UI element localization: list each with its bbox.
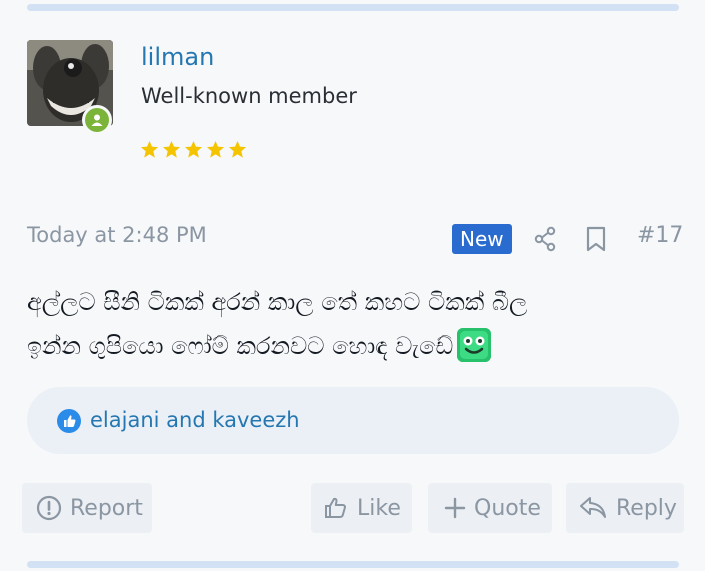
reactions-users-link[interactable]: elajani and kaveezh	[90, 408, 300, 432]
username-link[interactable]: lilman	[141, 43, 214, 71]
post-divider-bottom	[27, 561, 679, 568]
post-message-text: ඉන්න ගුපියො ෆෝම් කරනවට හොඳ වැඩේ	[27, 332, 454, 360]
reply-label: Reply	[616, 495, 677, 521]
post-message-line: අල්ලට සීනි ටිකක් අරන් කාල තේ කහට ටිකක් බ…	[27, 288, 528, 316]
star-icon	[184, 140, 203, 158]
star-icon	[162, 140, 181, 158]
reply-button[interactable]: Reply	[566, 483, 684, 533]
star-icon	[140, 140, 159, 158]
like-label: Like	[357, 495, 401, 521]
post-divider-top	[27, 4, 679, 11]
reactions-bar[interactable]: elajani and kaveezh	[27, 387, 679, 454]
new-badge: New	[452, 224, 512, 254]
post-date-link[interactable]: Today at 2:48 PM	[27, 223, 207, 247]
star-icon	[206, 140, 225, 158]
post-message-line-2: ඉන්න ගුපියො ෆෝම් කරනවට හොඳ වැඩේ	[27, 324, 667, 368]
online-status-icon	[82, 105, 112, 135]
like-reaction-icon	[57, 409, 81, 433]
smiley-emoji-icon	[457, 328, 492, 362]
rating-stars	[140, 140, 247, 159]
user-title: Well-known member	[141, 84, 357, 108]
quote-button[interactable]: Quote	[428, 483, 552, 533]
post-message: අල්ලට සීනි ටිකක් අරන් කාල තේ කහට ටිකක් බ…	[27, 280, 667, 368]
quote-label: Quote	[474, 495, 541, 521]
bookmark-icon[interactable]	[585, 226, 607, 252]
report-label: Report	[70, 495, 143, 521]
report-button[interactable]: Report	[22, 483, 152, 533]
thumbs-up-icon	[325, 497, 346, 518]
post-number-link[interactable]: #17	[637, 223, 683, 248]
report-icon	[36, 495, 62, 521]
like-button[interactable]: Like	[311, 483, 412, 533]
reply-arrow-icon	[580, 497, 606, 518]
star-icon	[228, 140, 247, 158]
share-icon[interactable]	[533, 226, 557, 252]
plus-icon	[444, 497, 466, 519]
